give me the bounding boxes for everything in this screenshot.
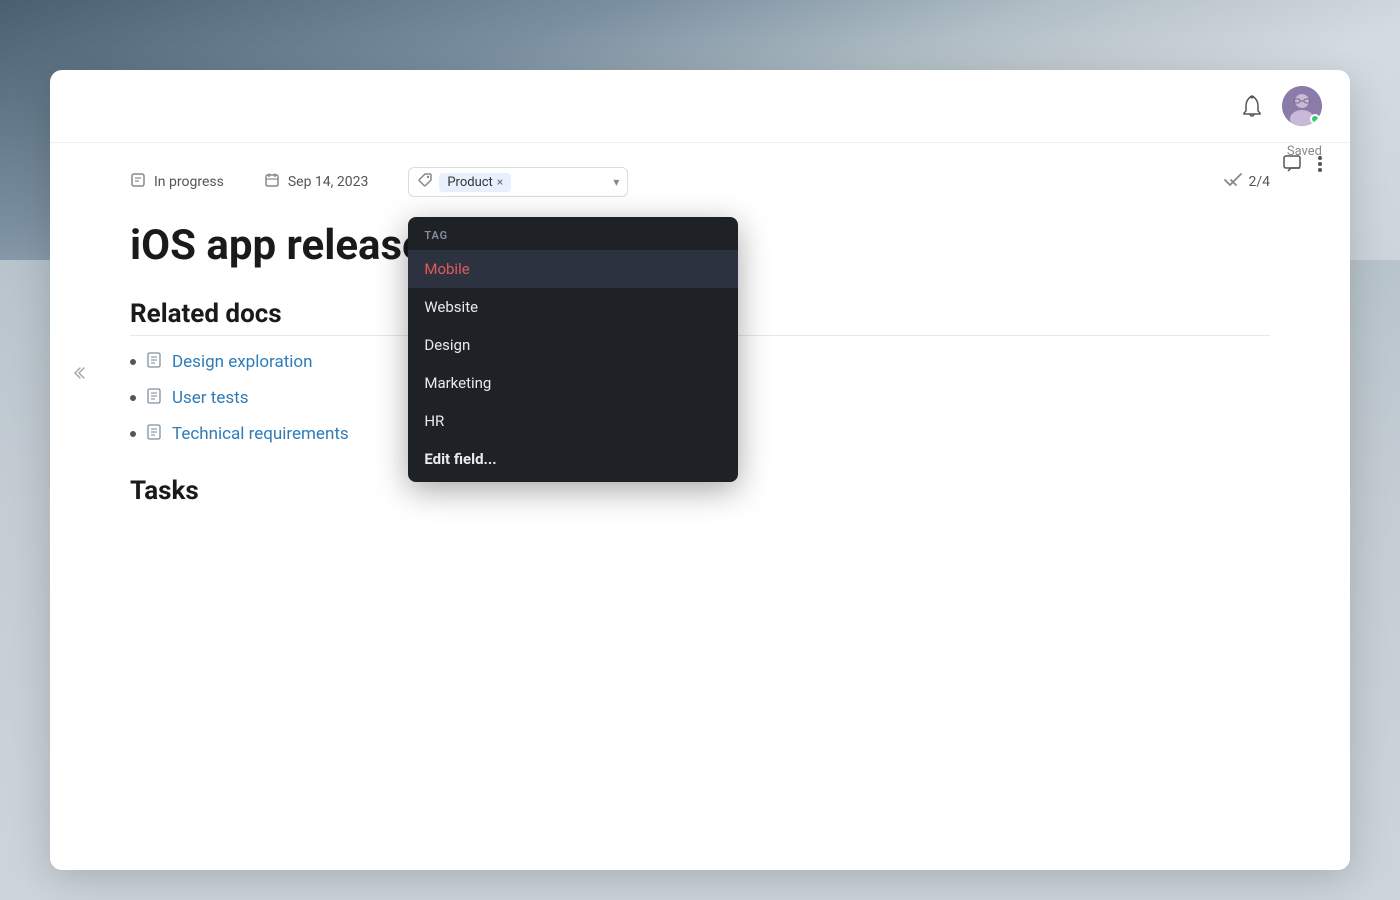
tag-selector[interactable]: Product × ▾ bbox=[408, 167, 628, 197]
bell-icon[interactable] bbox=[1238, 92, 1266, 120]
dropdown-header: TAG bbox=[408, 217, 738, 250]
top-bar bbox=[50, 70, 1350, 143]
dropdown-item-hr[interactable]: HR bbox=[408, 402, 738, 440]
dropdown-item-design[interactable]: Design bbox=[408, 326, 738, 364]
date-item[interactable]: Sep 14, 2023 bbox=[264, 172, 369, 192]
doc-icon bbox=[146, 388, 162, 408]
tag-container: Product × ▾ TAG Mobile Website bbox=[408, 167, 628, 197]
metadata-row: In progress Sep 14, 2023 bbox=[130, 167, 1270, 197]
progress-check-icon bbox=[1224, 173, 1242, 191]
avatar[interactable] bbox=[1282, 86, 1322, 126]
bullet-icon bbox=[130, 395, 136, 401]
dropdown-item-website[interactable]: Website bbox=[408, 288, 738, 326]
progress-text: 2/4 bbox=[1248, 174, 1270, 190]
doc-link-technical-requirements[interactable]: Technical requirements bbox=[172, 424, 349, 444]
dropdown-item-mobile[interactable]: Mobile bbox=[408, 250, 738, 288]
tag-icon bbox=[417, 172, 433, 192]
online-indicator bbox=[1310, 114, 1320, 124]
content-area: In progress Sep 14, 2023 bbox=[50, 143, 1350, 530]
dropdown-item-edit-field[interactable]: Edit field... bbox=[408, 440, 738, 482]
bullet-icon bbox=[130, 431, 136, 437]
tag-chip-product: Product × bbox=[439, 173, 511, 192]
status-text: In progress bbox=[154, 174, 224, 190]
status-item[interactable]: In progress bbox=[130, 172, 224, 192]
tag-dropdown: TAG Mobile Website Design Marketing HR bbox=[408, 217, 738, 482]
main-card: Saved bbox=[50, 70, 1350, 870]
status-icon bbox=[130, 172, 146, 192]
tag-chip-label: Product bbox=[447, 175, 492, 190]
date-text: Sep 14, 2023 bbox=[288, 174, 369, 190]
tag-chip-remove[interactable]: × bbox=[497, 176, 503, 188]
calendar-icon bbox=[264, 172, 280, 192]
bullet-icon bbox=[130, 359, 136, 365]
doc-icon bbox=[146, 352, 162, 372]
doc-icon bbox=[146, 424, 162, 444]
doc-link-design-exploration[interactable]: Design exploration bbox=[172, 352, 313, 372]
dropdown-item-marketing[interactable]: Marketing bbox=[408, 364, 738, 402]
tag-chevron-icon[interactable]: ▾ bbox=[613, 175, 619, 189]
tag-search-input[interactable] bbox=[517, 175, 577, 190]
doc-link-user-tests[interactable]: User tests bbox=[172, 388, 248, 408]
progress-indicator: 2/4 bbox=[1224, 173, 1270, 191]
